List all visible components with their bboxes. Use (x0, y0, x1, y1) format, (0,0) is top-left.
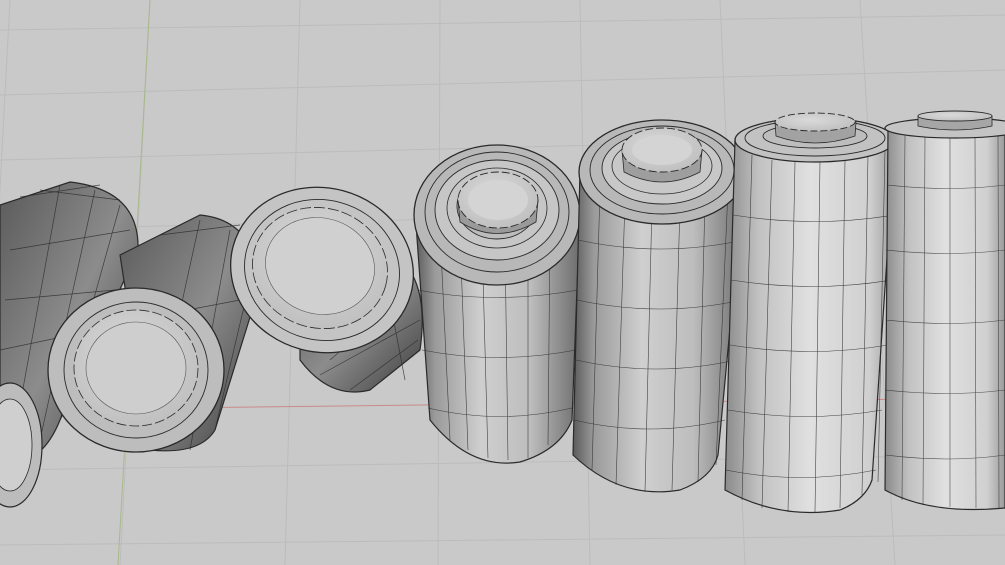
cylinder-object-6[interactable] (724, 112, 896, 514)
cylinder-object-5[interactable] (572, 119, 746, 493)
cylinder-object-7[interactable] (884, 110, 1005, 511)
cylinder-object-4[interactable] (413, 144, 581, 464)
cylinder-object-3[interactable] (212, 167, 432, 393)
3d-viewport[interactable] (0, 0, 1005, 565)
viewport-canvas[interactable] (0, 0, 1005, 565)
